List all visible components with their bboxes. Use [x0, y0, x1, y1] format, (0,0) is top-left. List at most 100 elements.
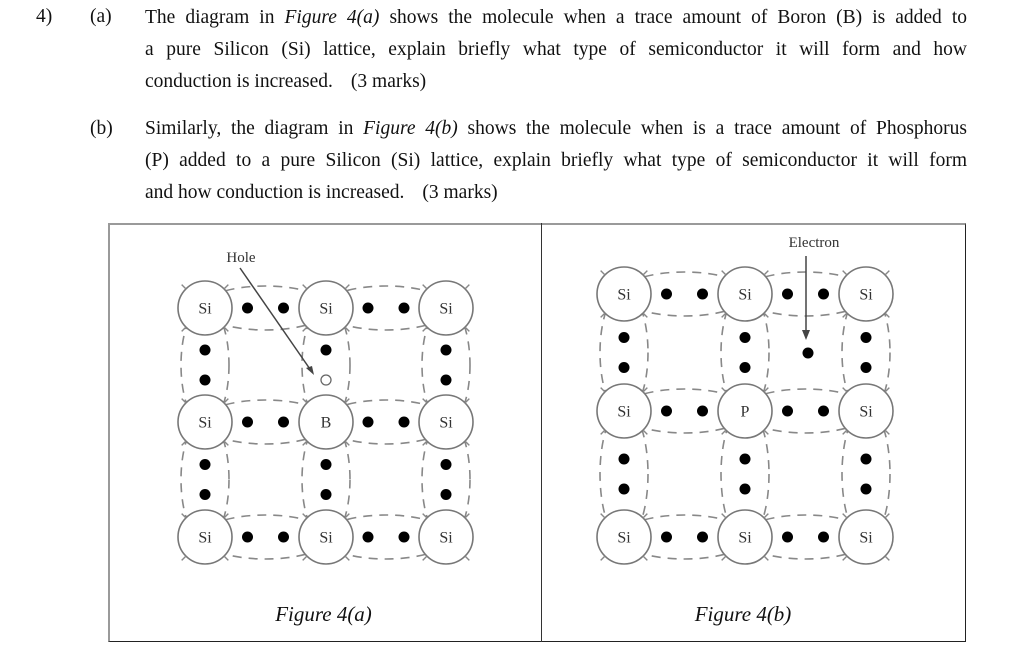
electron — [362, 302, 374, 314]
electron — [440, 459, 452, 470]
figure-4a-diagram: Si Si Si Si B Si Si Si Si Hole Figure 4(a) — [177, 250, 474, 626]
electron — [242, 302, 253, 314]
figure-caption: Figure 4(a) — [274, 602, 372, 626]
atom-symbol: Si — [319, 530, 333, 547]
electron — [860, 483, 872, 495]
bond-tick — [302, 326, 308, 332]
bond-tick — [721, 270, 727, 276]
electron — [320, 489, 332, 500]
electron — [242, 531, 253, 543]
atom-symbol: Si — [198, 301, 212, 318]
bond-tick — [842, 513, 848, 519]
bond-tick — [181, 284, 187, 290]
electron — [661, 405, 672, 417]
bond-tick — [884, 555, 890, 561]
electron — [739, 332, 751, 343]
bond-tick — [763, 270, 769, 276]
bond-tick — [721, 513, 727, 519]
atom-symbol: Si — [198, 530, 212, 547]
bond-tick — [721, 555, 727, 561]
electron — [278, 302, 289, 314]
electron — [618, 362, 630, 373]
electron — [697, 405, 708, 417]
electron — [320, 459, 332, 470]
electron — [278, 416, 289, 428]
bond-tick — [302, 555, 308, 561]
electron — [362, 531, 374, 543]
bond-tick — [721, 429, 727, 435]
bond-tick — [600, 387, 606, 393]
electron — [199, 489, 211, 500]
electron — [661, 288, 672, 300]
electron — [860, 332, 872, 343]
atom-symbol: Si — [198, 415, 212, 432]
hole-marker — [320, 374, 332, 386]
electron — [362, 416, 374, 428]
atom-symbol: Si — [439, 301, 453, 318]
atom-symbol: Si — [859, 404, 873, 421]
electron — [697, 288, 708, 300]
bond-tick — [181, 555, 187, 561]
bond-tick — [842, 429, 848, 435]
bond-tick — [223, 555, 229, 561]
electron — [782, 531, 793, 543]
bond-tick — [422, 284, 428, 290]
bond-tick — [600, 270, 606, 276]
atom-symbol: Si — [617, 530, 631, 547]
electron — [199, 374, 211, 386]
electron — [818, 531, 829, 543]
bond-tick — [344, 284, 350, 290]
hole-label: Hole — [226, 250, 256, 266]
bond-tick — [642, 555, 648, 561]
atom-symbol: Si — [319, 301, 333, 318]
electron — [618, 483, 630, 495]
atom-symbol: Si — [439, 530, 453, 547]
electron — [398, 416, 410, 428]
bond-tick — [464, 284, 470, 290]
electron — [739, 453, 751, 465]
atom-symbol: Si — [617, 287, 631, 304]
figure-4b-diagram: Si Si Si Si P Si Si Si Si Electron Figure 4(b) — [596, 235, 894, 626]
bond-tick — [223, 284, 229, 290]
electron — [618, 453, 630, 465]
bond-tick — [763, 555, 769, 561]
electron — [739, 483, 751, 495]
electron — [661, 531, 672, 543]
electron — [440, 344, 452, 356]
electron — [782, 405, 793, 417]
electron — [860, 453, 872, 465]
electron — [818, 288, 829, 300]
bond-tick — [422, 555, 428, 561]
bond-tick — [302, 284, 308, 290]
electron — [739, 362, 751, 373]
atom-symbol: Si — [859, 287, 873, 304]
electron — [618, 332, 630, 343]
arrow-head-icon — [802, 330, 810, 340]
electron — [199, 344, 211, 356]
bond-tick — [884, 270, 890, 276]
bond-tick — [422, 326, 428, 332]
electron — [440, 489, 452, 500]
electron — [199, 459, 211, 470]
arrow-head-icon — [306, 366, 314, 375]
electron — [398, 531, 410, 543]
atom-symbol: B — [321, 415, 332, 432]
electron — [320, 344, 332, 356]
bond-tick — [600, 555, 606, 561]
electron — [242, 416, 253, 428]
bond-tick — [600, 429, 606, 435]
electron — [278, 531, 289, 543]
bond-tick — [842, 555, 848, 561]
electron — [818, 405, 829, 417]
bond-tick — [721, 387, 727, 393]
atom-symbol: Si — [439, 415, 453, 432]
electron — [860, 362, 872, 373]
bond-tick — [600, 513, 606, 519]
bond-tick — [464, 555, 470, 561]
bond-tick — [642, 270, 648, 276]
free-electron — [802, 347, 814, 359]
atom-symbol: P — [741, 404, 750, 421]
atom-symbol: Si — [738, 530, 752, 547]
figure-caption: Figure 4(b) — [694, 602, 792, 626]
electron-label: Electron — [789, 235, 840, 251]
